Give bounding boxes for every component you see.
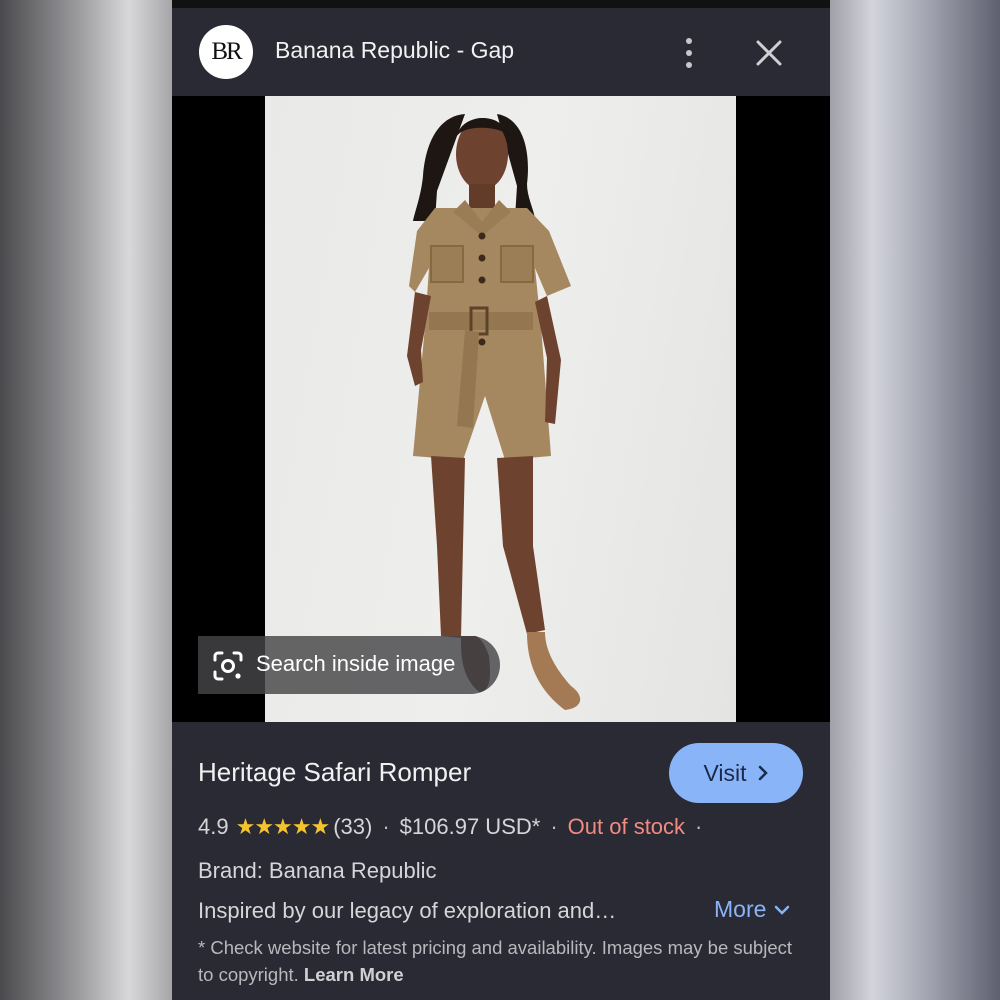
google-lens-icon xyxy=(213,651,243,681)
stock-status: Out of stock xyxy=(567,814,686,839)
close-icon[interactable] xyxy=(754,38,784,68)
product-meta: 4.9 ★★★★★ (33) · $106.97 USD* · Out of s… xyxy=(198,814,712,840)
product-image[interactable] xyxy=(265,96,736,722)
brand-logo[interactable]: BR xyxy=(199,25,253,79)
brand-line: Brand: Banana Republic xyxy=(198,858,437,883)
left-blur-backdrop xyxy=(0,0,172,1000)
product-title[interactable]: Heritage Safari Romper xyxy=(198,757,471,788)
disclaimer-text: * Check website for latest pricing and a… xyxy=(198,937,792,985)
chevron-right-icon xyxy=(758,765,768,781)
source-title[interactable]: Banana Republic - Gap xyxy=(275,37,514,64)
more-vert-icon[interactable] xyxy=(677,36,701,70)
visit-button[interactable]: Visit xyxy=(669,743,803,803)
search-inside-image-label: Search inside image xyxy=(256,651,456,676)
more-label: More xyxy=(714,896,767,922)
right-blur-backdrop xyxy=(830,0,1000,1000)
visit-label: Visit xyxy=(703,759,747,786)
separator-dot: · xyxy=(382,814,390,839)
product-info: Heritage Safari Romper Visit 4.9 ★★★★★ (… xyxy=(172,722,830,1000)
panel-header: BR Banana Republic - Gap xyxy=(172,8,830,96)
disclaimer: * Check website for latest pricing and a… xyxy=(198,934,808,988)
learn-more-link[interactable]: Learn More xyxy=(304,964,404,985)
star-rating-icon: ★★★★★ xyxy=(235,814,331,839)
search-inside-image-button[interactable]: Search inside image xyxy=(198,636,500,694)
status-strip xyxy=(172,0,830,8)
separator-dot: · xyxy=(695,814,703,839)
price: $106.97 USD* xyxy=(399,814,541,839)
image-viewer: Search inside image xyxy=(172,96,830,722)
separator-dot: · xyxy=(550,814,558,839)
chevron-down-icon xyxy=(775,905,790,915)
image-preview-panel: BR Banana Republic - Gap Search inside i… xyxy=(172,0,830,1000)
review-count: (33) xyxy=(333,814,373,839)
rating-value: 4.9 xyxy=(198,814,229,839)
product-description: Inspired by our legacy of exploration an… xyxy=(198,898,617,923)
more-button[interactable]: More xyxy=(714,896,790,923)
